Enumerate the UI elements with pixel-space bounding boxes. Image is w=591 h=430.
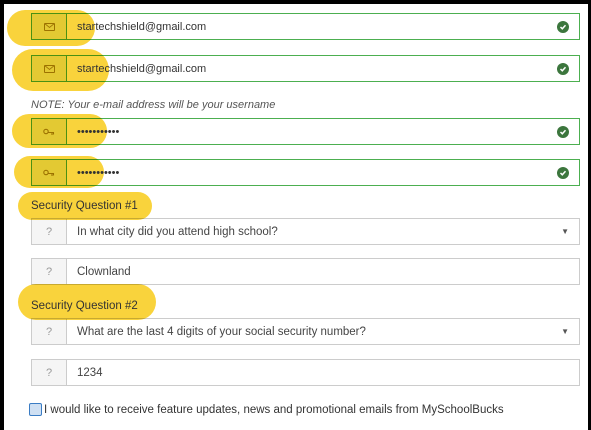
valid-check-icon [557,20,569,33]
security-question-1-value[interactable]: In what city did you attend high school? [67,226,561,238]
registration-form: startechshield@gmail.com startechshield@… [4,4,588,430]
caret-down-icon[interactable]: ▼ [561,227,569,236]
valid-check-icon [557,125,569,138]
security-answer-1-value[interactable]: Clownland [67,266,579,278]
password-confirm-value[interactable]: ••••••••••• [67,167,557,179]
security-question-1-select[interactable]: ? In what city did you attend high schoo… [31,218,580,245]
security-question-2-value[interactable]: What are the last 4 digits of your socia… [67,326,561,338]
valid-check-icon [557,166,569,179]
valid-check-icon [557,62,569,75]
password-value[interactable]: ••••••••••• [67,126,557,138]
key-icon [32,160,67,185]
promo-optin[interactable]: I would like to receive feature updates,… [29,403,504,416]
security-answer-2-value[interactable]: 1234 [67,367,579,379]
password-confirm-field[interactable]: ••••••••••• [31,159,580,186]
security-question-1-label: Security Question #1 [31,200,138,212]
envelope-icon [32,56,67,81]
email-confirm-field[interactable]: startechshield@gmail.com [31,55,580,82]
security-answer-1-field[interactable]: ? Clownland [31,258,580,285]
question-mark-icon: ? [32,319,67,344]
question-mark-icon: ? [32,219,67,244]
question-mark-icon: ? [32,360,67,385]
username-note: NOTE: Your e-mail address will be your u… [31,99,276,111]
security-answer-2-field[interactable]: ? 1234 [31,359,580,386]
email-value[interactable]: startechshield@gmail.com [67,21,557,33]
email-field[interactable]: startechshield@gmail.com [31,13,580,40]
question-mark-icon: ? [32,259,67,284]
promo-optin-label: I would like to receive feature updates,… [44,403,504,416]
password-field[interactable]: ••••••••••• [31,118,580,145]
security-question-2-select[interactable]: ? What are the last 4 digits of your soc… [31,318,580,345]
security-question-2-label: Security Question #2 [31,300,138,312]
key-icon [32,119,67,144]
caret-down-icon[interactable]: ▼ [561,327,569,336]
envelope-icon [32,14,67,39]
promo-optin-checkbox[interactable] [29,403,42,416]
email-confirm-value[interactable]: startechshield@gmail.com [67,63,557,75]
